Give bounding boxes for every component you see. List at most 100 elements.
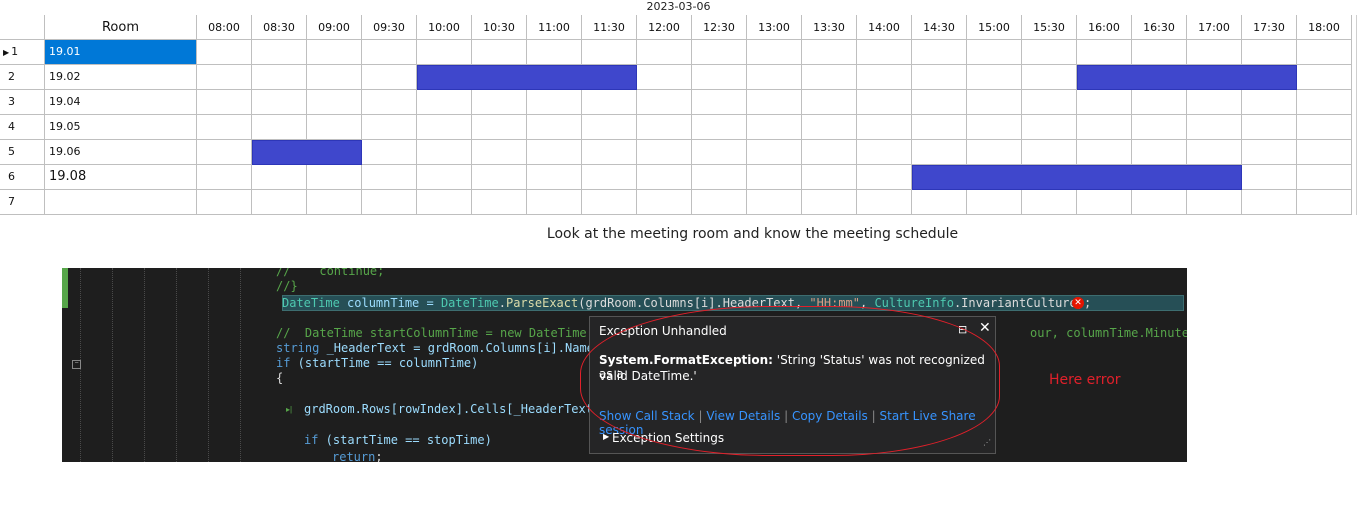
resize-grip-icon[interactable]: ⋰ <box>983 438 991 447</box>
slot-cell[interactable] <box>527 40 582 65</box>
slot-cell[interactable] <box>527 190 582 215</box>
time-column-header[interactable]: 10:00 <box>417 15 472 40</box>
slot-cell[interactable] <box>692 165 747 190</box>
slot-cell[interactable] <box>582 115 637 140</box>
slot-cell[interactable] <box>362 65 417 90</box>
booking-block[interactable] <box>912 165 1242 190</box>
slot-cell[interactable] <box>912 140 967 165</box>
time-column-header[interactable]: 17:30 <box>1242 15 1297 40</box>
slot-cell[interactable] <box>692 140 747 165</box>
slot-cell[interactable] <box>802 190 857 215</box>
close-icon[interactable]: ✕ <box>979 320 991 336</box>
slot-cell[interactable] <box>1297 115 1352 140</box>
booking-block[interactable] <box>252 140 362 165</box>
time-column-header[interactable]: 17:00 <box>1187 15 1242 40</box>
time-column-header[interactable]: 12:00 <box>637 15 692 40</box>
slot-cell[interactable] <box>307 190 362 215</box>
slot-cell[interactable] <box>747 140 802 165</box>
slot-cell[interactable] <box>527 90 582 115</box>
slot-cell[interactable] <box>802 140 857 165</box>
slot-cell[interactable] <box>1022 90 1077 115</box>
room-cell[interactable]: 19.05 <box>45 115 197 140</box>
slot-cell[interactable] <box>1242 165 1297 190</box>
slot-cell[interactable] <box>197 115 252 140</box>
slot-cell[interactable] <box>857 90 912 115</box>
slot-cell[interactable] <box>252 40 307 65</box>
slot-cell[interactable] <box>967 40 1022 65</box>
slot-cell[interactable] <box>1022 65 1077 90</box>
slot-cell[interactable] <box>1242 115 1297 140</box>
slot-cell[interactable] <box>1077 90 1132 115</box>
slot-cell[interactable] <box>527 115 582 140</box>
time-column-header[interactable]: 09:30 <box>362 15 417 40</box>
slot-cell[interactable] <box>1022 140 1077 165</box>
slot-cell[interactable] <box>1132 190 1187 215</box>
slot-cell[interactable] <box>857 140 912 165</box>
slot-cell[interactable] <box>692 115 747 140</box>
slot-cell[interactable] <box>802 115 857 140</box>
room-cell[interactable]: 19.08 <box>45 165 197 190</box>
slot-cell[interactable] <box>857 65 912 90</box>
slot-cell[interactable] <box>1077 115 1132 140</box>
slot-cell[interactable] <box>472 115 527 140</box>
slot-cell[interactable] <box>1077 140 1132 165</box>
slot-cell[interactable] <box>747 190 802 215</box>
slot-cell[interactable] <box>417 40 472 65</box>
slot-cell[interactable] <box>527 165 582 190</box>
slot-cell[interactable] <box>857 165 912 190</box>
slot-cell[interactable] <box>1297 40 1352 65</box>
slot-cell[interactable] <box>197 190 252 215</box>
slot-cell[interactable] <box>967 115 1022 140</box>
slot-cell[interactable] <box>1132 140 1187 165</box>
slot-cell[interactable] <box>912 40 967 65</box>
slot-cell[interactable] <box>307 165 362 190</box>
time-column-header[interactable]: 10:30 <box>472 15 527 40</box>
slot-cell[interactable] <box>197 65 252 90</box>
slot-cell[interactable] <box>362 40 417 65</box>
row-header[interactable]: 7 <box>0 190 45 215</box>
row-header[interactable]: 6 <box>0 165 45 190</box>
slot-cell[interactable] <box>747 65 802 90</box>
slot-cell[interactable] <box>967 90 1022 115</box>
slot-cell[interactable] <box>582 40 637 65</box>
slot-cell[interactable] <box>637 140 692 165</box>
slot-cell[interactable] <box>802 65 857 90</box>
slot-cell[interactable] <box>197 90 252 115</box>
slot-cell[interactable] <box>637 115 692 140</box>
slot-cell[interactable] <box>472 190 527 215</box>
slot-cell[interactable] <box>197 40 252 65</box>
slot-cell[interactable] <box>1187 140 1242 165</box>
slot-cell[interactable] <box>912 115 967 140</box>
schedule-grid[interactable]: Room 08:00 08:30 09:00 09:30 10:00 10:30 11:00 1… <box>0 15 1357 215</box>
slot-cell[interactable] <box>1297 65 1352 90</box>
slot-cell[interactable] <box>692 40 747 65</box>
room-cell[interactable]: 19.01 <box>45 40 197 65</box>
time-column-header[interactable]: 13:30 <box>802 15 857 40</box>
time-column-header[interactable]: 09:00 <box>307 15 362 40</box>
slot-cell[interactable] <box>912 90 967 115</box>
slot-cell[interactable] <box>1242 90 1297 115</box>
slot-cell[interactable] <box>857 190 912 215</box>
slot-cell[interactable] <box>1187 190 1242 215</box>
slot-cell[interactable] <box>747 165 802 190</box>
slot-cell[interactable] <box>747 90 802 115</box>
slot-cell[interactable] <box>252 65 307 90</box>
time-column-header[interactable]: 14:30 <box>912 15 967 40</box>
slot-cell[interactable] <box>252 190 307 215</box>
slot-cell[interactable] <box>1187 90 1242 115</box>
slot-cell[interactable] <box>417 190 472 215</box>
booking-block[interactable] <box>1077 65 1297 90</box>
slot-cell[interactable] <box>362 115 417 140</box>
slot-cell[interactable] <box>967 190 1022 215</box>
slot-cell[interactable] <box>582 165 637 190</box>
time-column-header[interactable]: 18:00 <box>1297 15 1352 40</box>
slot-cell[interactable] <box>362 140 417 165</box>
row-header[interactable]: 2 <box>0 65 45 90</box>
slot-cell[interactable] <box>582 90 637 115</box>
room-cell[interactable] <box>45 190 197 215</box>
booking-block[interactable] <box>417 65 637 90</box>
collapse-icon[interactable]: − <box>72 360 81 369</box>
room-cell[interactable]: 19.04 <box>45 90 197 115</box>
slot-cell[interactable] <box>1132 115 1187 140</box>
slot-cell[interactable] <box>1132 90 1187 115</box>
